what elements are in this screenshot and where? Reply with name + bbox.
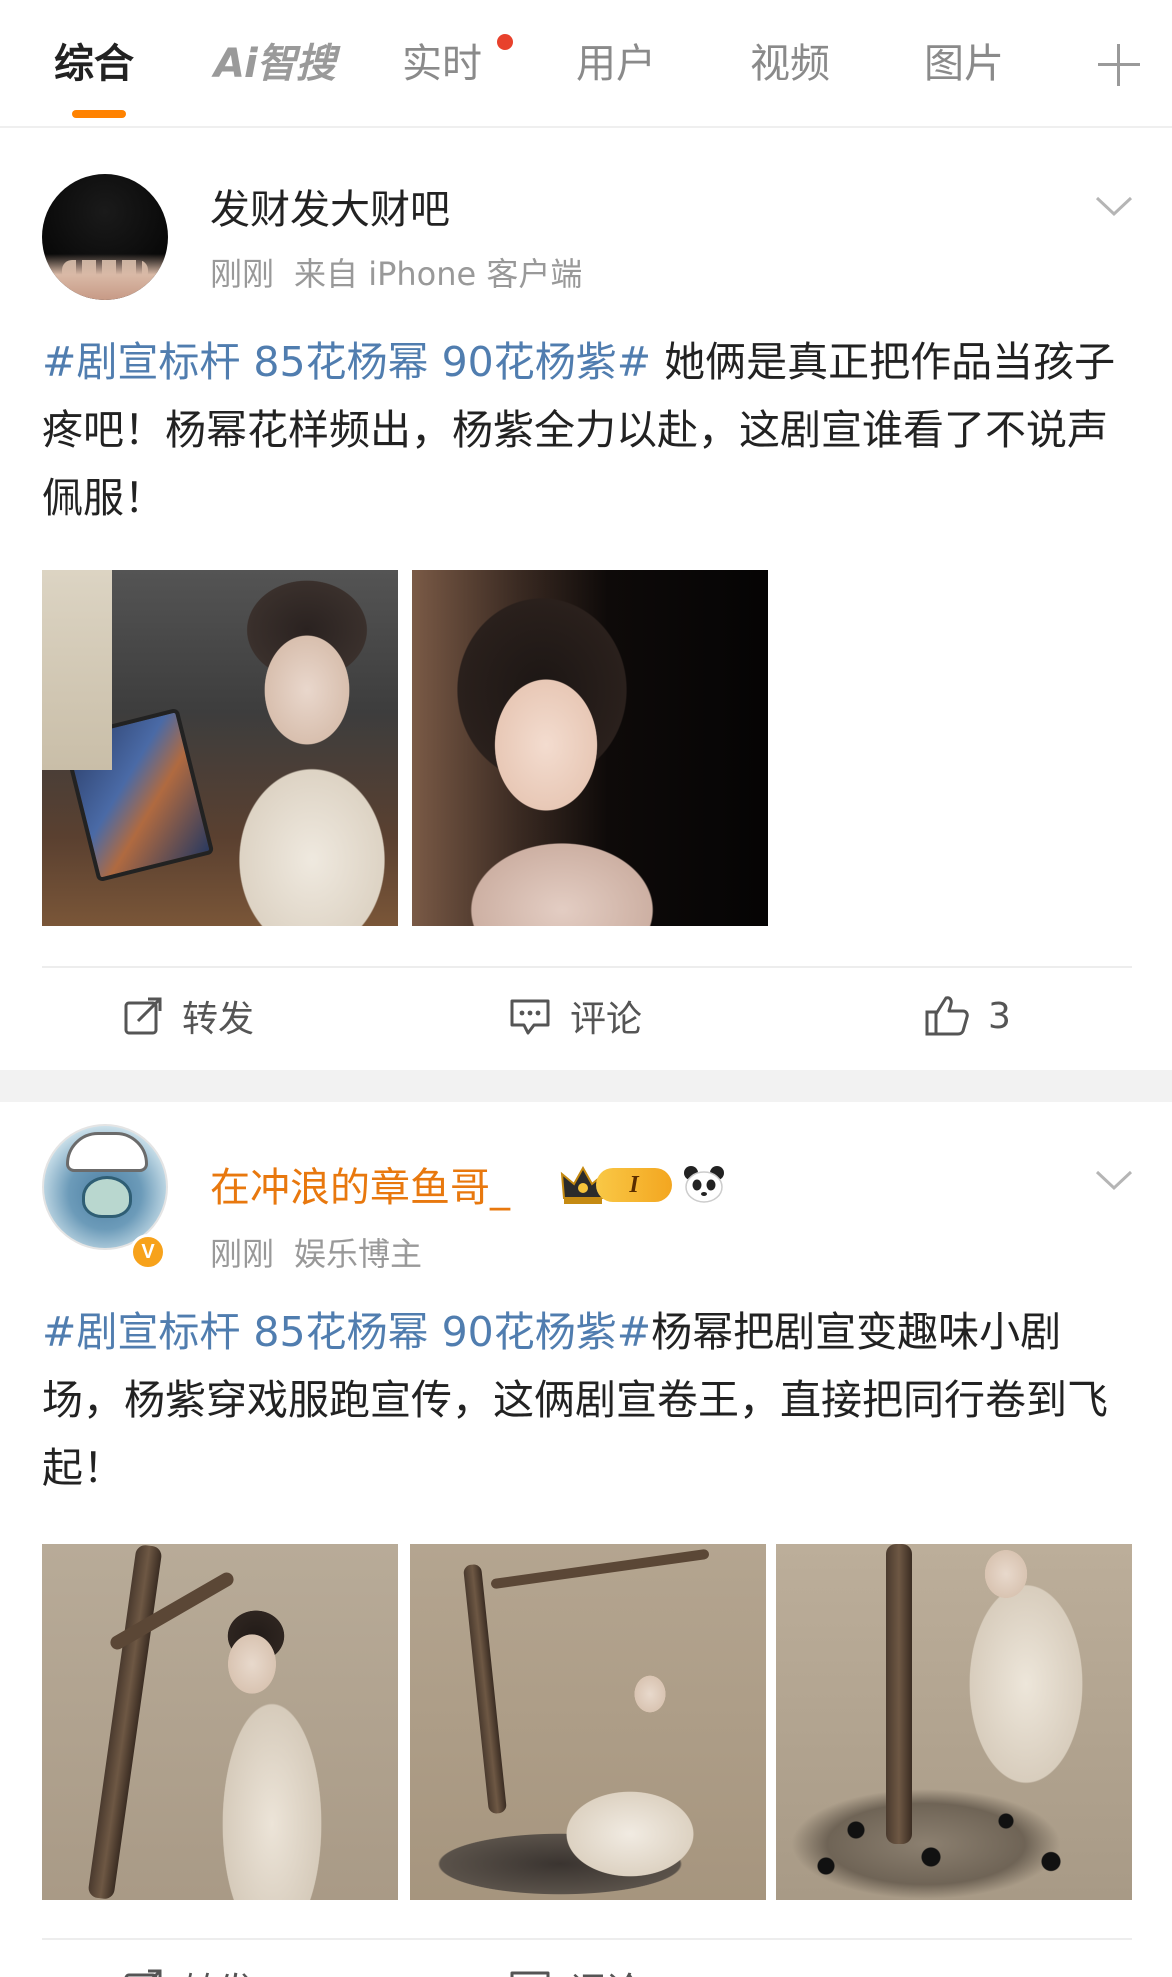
search-tab-bar: 综合 Ai智搜 实时 用户 视频 图片 [0, 0, 1172, 128]
tab-images[interactable]: 图片 [924, 40, 1004, 88]
action-divider [42, 966, 1132, 968]
username[interactable]: 发财发大财吧 [210, 186, 450, 234]
post-source: 娱乐博主 [294, 1235, 423, 1273]
chevron-down-icon[interactable] [1094, 1168, 1134, 1192]
post-image[interactable] [776, 1544, 1132, 1900]
post-source: 来自 iPhone 客户端 [294, 255, 583, 293]
avatar-art [66, 1132, 148, 1172]
comment-label: 评论 [570, 999, 643, 1040]
panda-icon [684, 1166, 724, 1203]
repost-button[interactable]: 转发 [122, 976, 254, 1056]
comment-button[interactable]: 评论 [508, 976, 642, 1056]
post-time: 刚刚 [210, 255, 275, 293]
post-card: 发财发大财吧 刚刚 来自 iPhone 客户端 #剧宣标杆 85花杨幂 90花杨紫… [0, 130, 1172, 1070]
tab-comprehensive[interactable]: 综合 [54, 40, 134, 88]
comment-button[interactable]: 评论 [508, 1948, 642, 1977]
post-image[interactable] [42, 1544, 398, 1900]
comment-icon [510, 1971, 550, 1977]
avatar-art-head [82, 1176, 132, 1218]
tree-branch-detail [87, 1544, 163, 1900]
repost-label: 转发 [182, 999, 255, 1040]
post-text: #剧宣标杆 85花杨幂 90花杨紫#杨幂把剧宣变趣味小剧场，杨紫穿戏服跑宣传，这… [42, 1298, 1132, 1502]
tree-branch-detail [462, 1563, 508, 1815]
action-bar: 转发 评论 [0, 1948, 1172, 1977]
post-time: 刚刚 [210, 1235, 275, 1273]
repost-label: 转发 [182, 1962, 254, 1977]
image-grid [42, 1544, 1132, 1900]
feed-separator [0, 1070, 1172, 1102]
hashtag-link[interactable]: #剧宣标杆 85花杨幂 90花杨紫# [42, 338, 651, 386]
thumbs-up-icon [925, 996, 969, 1036]
like-count: 3 [988, 995, 1011, 1037]
image-grid [42, 570, 768, 926]
action-divider [42, 1938, 1132, 1940]
post-image[interactable] [410, 1544, 766, 1900]
repost-button[interactable]: 转发 [122, 1948, 254, 1977]
level-badge: I [596, 1168, 672, 1202]
post-card: V 在冲浪的章鱼哥_ I 刚刚 娱乐博主 #剧宣标杆 85花杨幂 90花杨紫#杨幂… [0, 1102, 1172, 1977]
verified-badge: V [130, 1234, 166, 1270]
realtime-notice-dot [497, 34, 513, 50]
username[interactable]: 在冲浪的章鱼哥_ [210, 1164, 510, 1212]
post-image[interactable] [42, 570, 398, 926]
tab-videos[interactable]: 视频 [750, 40, 830, 88]
avatar[interactable] [42, 1124, 168, 1250]
tab-realtime[interactable]: 实时 [402, 40, 482, 88]
comment-icon [510, 999, 550, 1035]
add-tab-plus-icon[interactable] [1098, 44, 1140, 86]
repost-icon [124, 1969, 162, 1977]
post-meta: 刚刚 娱乐博主 [210, 1234, 442, 1274]
post-image[interactable] [412, 570, 768, 926]
post-meta: 刚刚 来自 iPhone 客户端 [210, 254, 602, 294]
tab-ai-search[interactable]: Ai智搜 [214, 40, 336, 88]
comment-label: 评论 [570, 1962, 642, 1977]
active-tab-indicator [72, 110, 126, 118]
action-bar: 转发 评论 3 [0, 976, 1172, 1056]
tab-users[interactable]: 用户 [576, 40, 656, 88]
post-text: #剧宣标杆 85花杨幂 90花杨紫# 她俩是真正把作品当孩子疼吧！杨幂花样频出，… [42, 328, 1132, 532]
chevron-down-icon[interactable] [1094, 194, 1134, 218]
background-person [42, 570, 112, 770]
repost-icon [124, 997, 162, 1035]
avatar[interactable] [42, 174, 168, 300]
avatar-art-base [42, 254, 168, 300]
petal-detail [796, 1794, 1096, 1884]
like-button[interactable]: 3 [924, 976, 1011, 1056]
hashtag-link[interactable]: #剧宣标杆 85花杨幂 90花杨紫# [42, 1308, 651, 1356]
tree-branch-detail [490, 1548, 710, 1590]
